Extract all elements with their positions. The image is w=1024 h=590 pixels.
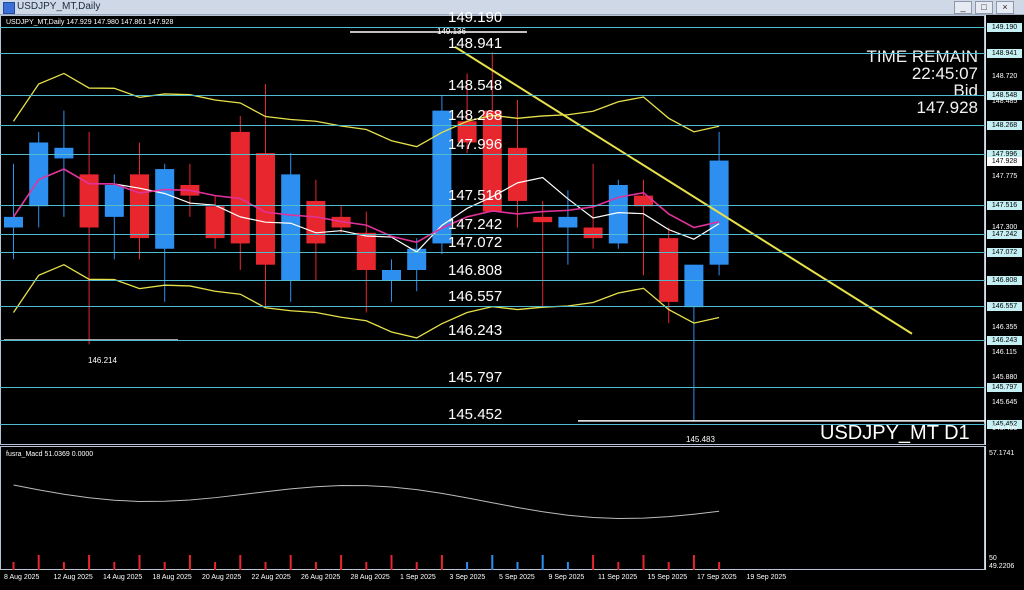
pivot-label: 147.242 bbox=[448, 215, 503, 233]
pivot-label: 148.548 bbox=[448, 76, 503, 94]
pivot-line bbox=[0, 204, 985, 206]
price-axis-box: 147.242 bbox=[987, 229, 1022, 239]
bear-candle bbox=[79, 174, 99, 228]
date-label: 19 Sep 2025 bbox=[746, 574, 787, 581]
price-axis-tick: 147.775 bbox=[992, 173, 1018, 181]
price-axis-box: 148.941 bbox=[987, 49, 1022, 59]
price-axis-box: 147.516 bbox=[987, 200, 1022, 210]
bear-candle bbox=[230, 131, 250, 244]
pivot-label: 148.268 bbox=[448, 106, 503, 124]
sub-axis-b: 50 bbox=[989, 555, 997, 562]
price-axis-box: 146.808 bbox=[987, 275, 1022, 285]
pivot-line bbox=[0, 53, 985, 55]
bid-value: 147.928 bbox=[916, 98, 978, 117]
close-button[interactable]: × bbox=[996, 1, 1014, 14]
pivot-line bbox=[0, 279, 985, 281]
date-label: 8 Aug 2025 bbox=[4, 574, 40, 581]
date-label: 18 Aug 2025 bbox=[152, 574, 192, 581]
date-label: 15 Sep 2025 bbox=[647, 574, 688, 581]
bull-candle bbox=[29, 142, 49, 207]
pivot-line bbox=[0, 153, 985, 155]
bull-candle bbox=[558, 216, 578, 228]
date-label: 26 Aug 2025 bbox=[301, 574, 341, 581]
bear-candle bbox=[508, 147, 527, 201]
price-axis-tick: 147.300 bbox=[992, 223, 1018, 231]
window-title: USDJPY_MT,Daily bbox=[17, 1, 101, 12]
bull-candle bbox=[684, 264, 704, 308]
sub-axis-top: 57.1741 bbox=[989, 450, 1015, 457]
date-label: 14 Aug 2025 bbox=[103, 574, 143, 581]
date-label: 3 Sep 2025 bbox=[449, 574, 486, 581]
symbol-label: USDJPY_MT D1 bbox=[820, 422, 970, 444]
title-bar: USDJPY_MT,Daily _ □ × bbox=[0, 0, 1024, 15]
pivot-line bbox=[0, 387, 985, 389]
time-remain-value: 22:45:07 bbox=[911, 64, 978, 83]
price-axis-tick: 146.355 bbox=[992, 323, 1018, 331]
bear-candle bbox=[306, 200, 326, 244]
low-label-left: 146.214 bbox=[88, 356, 117, 365]
price-axis-box: 147.928 bbox=[987, 156, 1022, 166]
bid-label: Bid bbox=[953, 81, 978, 100]
price-axis-box: 145.797 bbox=[987, 383, 1022, 393]
date-label: 28 Aug 2025 bbox=[350, 574, 390, 581]
date-label: 20 Aug 2025 bbox=[202, 574, 242, 581]
pivot-label: 147.516 bbox=[448, 186, 503, 204]
pivot-line bbox=[0, 124, 985, 126]
pivot-label: 145.797 bbox=[448, 369, 503, 387]
pivot-label: 147.072 bbox=[448, 233, 503, 251]
price-axis-tick: 148.720 bbox=[992, 72, 1018, 80]
pivot-line bbox=[0, 94, 985, 96]
pivot-label: 146.808 bbox=[448, 261, 503, 279]
price-axis-box: 146.557 bbox=[987, 302, 1022, 312]
pivot-label: 146.243 bbox=[448, 321, 503, 339]
upper-band bbox=[12, 72, 720, 148]
high-label: 149.136 bbox=[437, 27, 466, 36]
chart-info: USDJPY_MT,Daily 147.929 147.980 147.861 … bbox=[6, 19, 174, 26]
price-axis-tick: 145.880 bbox=[992, 374, 1018, 382]
date-label: 17 Sep 2025 bbox=[697, 574, 737, 581]
pivot-line bbox=[0, 306, 985, 308]
date-label: 1 Sep 2025 bbox=[400, 574, 436, 581]
macd-signal-line bbox=[13, 484, 720, 519]
bear-candle bbox=[659, 238, 679, 302]
price-axis-box: 146.243 bbox=[987, 335, 1022, 345]
maximize-button[interactable]: □ bbox=[975, 1, 993, 14]
price-axis-box: 147.072 bbox=[987, 247, 1022, 257]
pivot-label: 147.996 bbox=[448, 135, 503, 153]
price-axis-tick: 145.405 bbox=[992, 424, 1018, 432]
pivot-line bbox=[0, 339, 985, 341]
date-label: 5 Sep 2025 bbox=[499, 574, 535, 581]
pivot-label: 149.190 bbox=[448, 8, 503, 26]
time-remain-label: TIME REMAIN bbox=[866, 47, 978, 66]
pivot-label: 145.452 bbox=[448, 405, 503, 423]
pivot-line bbox=[0, 251, 985, 253]
minimize-button[interactable]: _ bbox=[954, 1, 972, 14]
date-label: 12 Aug 2025 bbox=[53, 574, 93, 581]
price-axis-box: 149.190 bbox=[987, 22, 1022, 32]
bear-candle bbox=[130, 174, 149, 239]
low-label-right: 145.483 bbox=[686, 435, 715, 444]
time-remain-block: TIME REMAIN 22:45:07 Bid 147.928 bbox=[867, 48, 978, 116]
macd-axis[interactable] bbox=[985, 446, 1024, 570]
pivot-line bbox=[0, 423, 985, 425]
bear-candle bbox=[533, 216, 553, 223]
price-axis-tick: 146.115 bbox=[992, 349, 1017, 357]
bull-candle bbox=[155, 169, 175, 249]
pivot-line bbox=[0, 26, 985, 28]
pivot-label: 148.941 bbox=[448, 35, 503, 53]
bull-candle bbox=[281, 174, 301, 281]
date-label: 11 Sep 2025 bbox=[598, 574, 638, 581]
price-axis-box: 148.268 bbox=[987, 120, 1022, 130]
price-axis-tick: 145.645 bbox=[992, 399, 1018, 407]
bull-candle bbox=[104, 185, 124, 217]
pivot-label: 146.557 bbox=[448, 288, 503, 306]
chart-window-icon bbox=[3, 2, 15, 14]
date-label: 9 Sep 2025 bbox=[548, 574, 585, 581]
bull-candle bbox=[4, 216, 23, 228]
date-label: 22 Aug 2025 bbox=[251, 574, 291, 581]
sub-axis-c: 49.2206 bbox=[989, 563, 1015, 570]
price-axis-tick: 148.485 bbox=[992, 97, 1018, 105]
macd-title: fusra_Macd 51.0369 0.0000 bbox=[6, 451, 94, 458]
